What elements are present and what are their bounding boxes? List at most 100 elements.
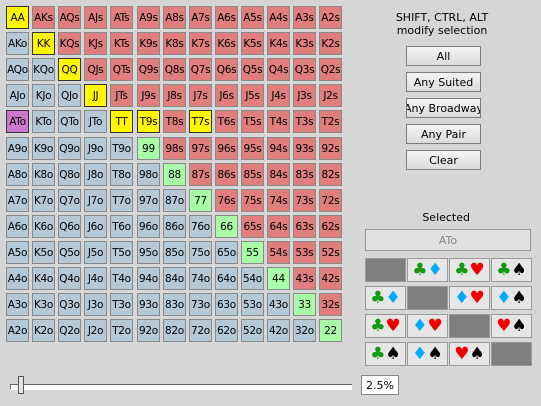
- hand-cell-87s[interactable]: 87s: [189, 163, 212, 186]
- hand-cell-Q3o[interactable]: Q3o: [58, 293, 81, 316]
- hand-cell-KQs[interactable]: KQs: [58, 32, 81, 55]
- hand-cell-Q8s[interactable]: Q8s: [163, 58, 186, 81]
- hand-cell-Q7o[interactable]: Q7o: [58, 189, 81, 212]
- hand-cell-A6s[interactable]: A6s: [215, 6, 238, 29]
- suit-combo-diamond-diamond-disabled[interactable]: [407, 286, 448, 310]
- hand-cell-63o[interactable]: 63o: [215, 293, 238, 316]
- any-suited-button[interactable]: Any Suited: [406, 72, 481, 92]
- hand-cell-96s[interactable]: 96s: [215, 137, 238, 160]
- hand-cell-92s[interactable]: 92s: [319, 137, 342, 160]
- hand-cell-K4o[interactable]: K4o: [32, 267, 55, 290]
- suit-combo-club-diamond[interactable]: ♣ ♦: [407, 258, 448, 282]
- hand-cell-AKo[interactable]: AKo: [6, 32, 29, 55]
- hand-cell-43s[interactable]: 43s: [293, 267, 316, 290]
- hand-cell-ATs[interactable]: ATs: [110, 6, 133, 29]
- hand-cell-A5s[interactable]: A5s: [241, 6, 264, 29]
- hand-cell-72o[interactable]: 72o: [189, 319, 212, 342]
- hand-cell-K5o[interactable]: K5o: [32, 241, 55, 264]
- hand-cell-85o[interactable]: 85o: [163, 241, 186, 264]
- hand-cell-J9s[interactable]: J9s: [137, 84, 160, 107]
- hand-cell-32s[interactable]: 32s: [319, 293, 342, 316]
- hand-cell-T2o[interactable]: T2o: [110, 319, 133, 342]
- suit-combo-spade-diamond[interactable]: ♦ ♠: [407, 342, 448, 366]
- hand-cell-A3o[interactable]: A3o: [6, 293, 29, 316]
- hand-cell-T8o[interactable]: T8o: [110, 163, 133, 186]
- hand-cell-75s[interactable]: 75s: [241, 189, 264, 212]
- suit-combo-heart-spade[interactable]: ♥ ♠: [491, 314, 532, 338]
- hand-cell-J6o[interactable]: J6o: [84, 215, 107, 238]
- hand-cell-QTo[interactable]: QTo: [58, 110, 81, 133]
- hand-cell-T5o[interactable]: T5o: [110, 241, 133, 264]
- hand-cell-T3o[interactable]: T3o: [110, 293, 133, 316]
- hand-cell-97s[interactable]: 97s: [189, 137, 212, 160]
- hand-cell-Q8o[interactable]: Q8o: [58, 163, 81, 186]
- suit-combo-club-heart[interactable]: ♣ ♥: [449, 258, 490, 282]
- hand-cell-QQ[interactable]: QQ: [58, 58, 81, 81]
- hand-cell-A4o[interactable]: A4o: [6, 267, 29, 290]
- hand-cell-66[interactable]: 66: [215, 215, 238, 238]
- hand-cell-K3s[interactable]: K3s: [293, 32, 316, 55]
- hand-cell-AJs[interactable]: AJs: [84, 6, 107, 29]
- hand-cell-77[interactable]: 77: [189, 189, 212, 212]
- hand-cell-98s[interactable]: 98s: [163, 137, 186, 160]
- hand-cell-83s[interactable]: 83s: [293, 163, 316, 186]
- hand-cell-84o[interactable]: 84o: [163, 267, 186, 290]
- suit-combo-diamond-spade[interactable]: ♦ ♠: [491, 286, 532, 310]
- hand-cell-52s[interactable]: 52s: [319, 241, 342, 264]
- hand-cell-Q3s[interactable]: Q3s: [293, 58, 316, 81]
- hand-cell-J2o[interactable]: J2o: [84, 319, 107, 342]
- hand-cell-T4o[interactable]: T4o: [110, 267, 133, 290]
- hand-cell-JTo[interactable]: JTo: [84, 110, 107, 133]
- hand-cell-T8s[interactable]: T8s: [163, 110, 186, 133]
- suit-combo-heart-club[interactable]: ♣ ♥: [365, 314, 406, 338]
- hand-cell-62o[interactable]: 62o: [215, 319, 238, 342]
- hand-cell-76o[interactable]: 76o: [189, 215, 212, 238]
- hand-cell-Q7s[interactable]: Q7s: [189, 58, 212, 81]
- hand-cell-75o[interactable]: 75o: [189, 241, 212, 264]
- any-broadway-button[interactable]: Any Broadway: [406, 98, 481, 118]
- suit-combo-diamond-club[interactable]: ♣ ♦: [365, 286, 406, 310]
- select-all-button[interactable]: All: [406, 46, 481, 66]
- hand-cell-K9o[interactable]: K9o: [32, 137, 55, 160]
- hand-cell-74o[interactable]: 74o: [189, 267, 212, 290]
- hand-cell-32o[interactable]: 32o: [293, 319, 316, 342]
- hand-cell-ATo[interactable]: ATo: [6, 110, 29, 133]
- hand-cell-Q6o[interactable]: Q6o: [58, 215, 81, 238]
- hand-cell-K7o[interactable]: K7o: [32, 189, 55, 212]
- hand-cell-KJo[interactable]: KJo: [32, 84, 55, 107]
- hand-cell-KQo[interactable]: KQo: [32, 58, 55, 81]
- hand-cell-83o[interactable]: 83o: [163, 293, 186, 316]
- hand-cell-96o[interactable]: 96o: [137, 215, 160, 238]
- hand-cell-42o[interactable]: 42o: [267, 319, 290, 342]
- hand-cell-63s[interactable]: 63s: [293, 215, 316, 238]
- hand-cell-22[interactable]: 22: [319, 319, 342, 342]
- hand-cell-J3s[interactable]: J3s: [293, 84, 316, 107]
- hand-cell-A8s[interactable]: A8s: [163, 6, 186, 29]
- hand-cell-KJs[interactable]: KJs: [84, 32, 107, 55]
- hand-cell-T6s[interactable]: T6s: [215, 110, 238, 133]
- hand-cell-Q5o[interactable]: Q5o: [58, 241, 81, 264]
- hand-cell-94o[interactable]: 94o: [137, 267, 160, 290]
- hand-cell-42s[interactable]: 42s: [319, 267, 342, 290]
- hand-cell-K4s[interactable]: K4s: [267, 32, 290, 55]
- hand-cell-73o[interactable]: 73o: [189, 293, 212, 316]
- hand-cell-J7s[interactable]: J7s: [189, 84, 212, 107]
- hand-cell-82s[interactable]: 82s: [319, 163, 342, 186]
- hand-cell-J9o[interactable]: J9o: [84, 137, 107, 160]
- hand-cell-AQs[interactable]: AQs: [58, 6, 81, 29]
- hand-cell-76s[interactable]: 76s: [215, 189, 238, 212]
- slider-thumb[interactable]: [18, 376, 25, 394]
- hand-cell-JTs[interactable]: JTs: [110, 84, 133, 107]
- hand-cell-K3o[interactable]: K3o: [32, 293, 55, 316]
- hand-cell-QJs[interactable]: QJs: [84, 58, 107, 81]
- suit-combo-spade-heart[interactable]: ♥ ♠: [449, 342, 490, 366]
- hand-cell-TT[interactable]: TT: [110, 110, 133, 133]
- suit-combo-heart-heart-disabled[interactable]: [449, 314, 490, 338]
- hand-cell-93s[interactable]: 93s: [293, 137, 316, 160]
- hand-cell-A5o[interactable]: A5o: [6, 241, 29, 264]
- hand-cell-K7s[interactable]: K7s: [189, 32, 212, 55]
- hand-cell-AQo[interactable]: AQo: [6, 58, 29, 81]
- hand-cell-53o[interactable]: 53o: [241, 293, 264, 316]
- hand-cell-AA[interactable]: AA: [6, 6, 29, 29]
- hand-cell-92o[interactable]: 92o: [137, 319, 160, 342]
